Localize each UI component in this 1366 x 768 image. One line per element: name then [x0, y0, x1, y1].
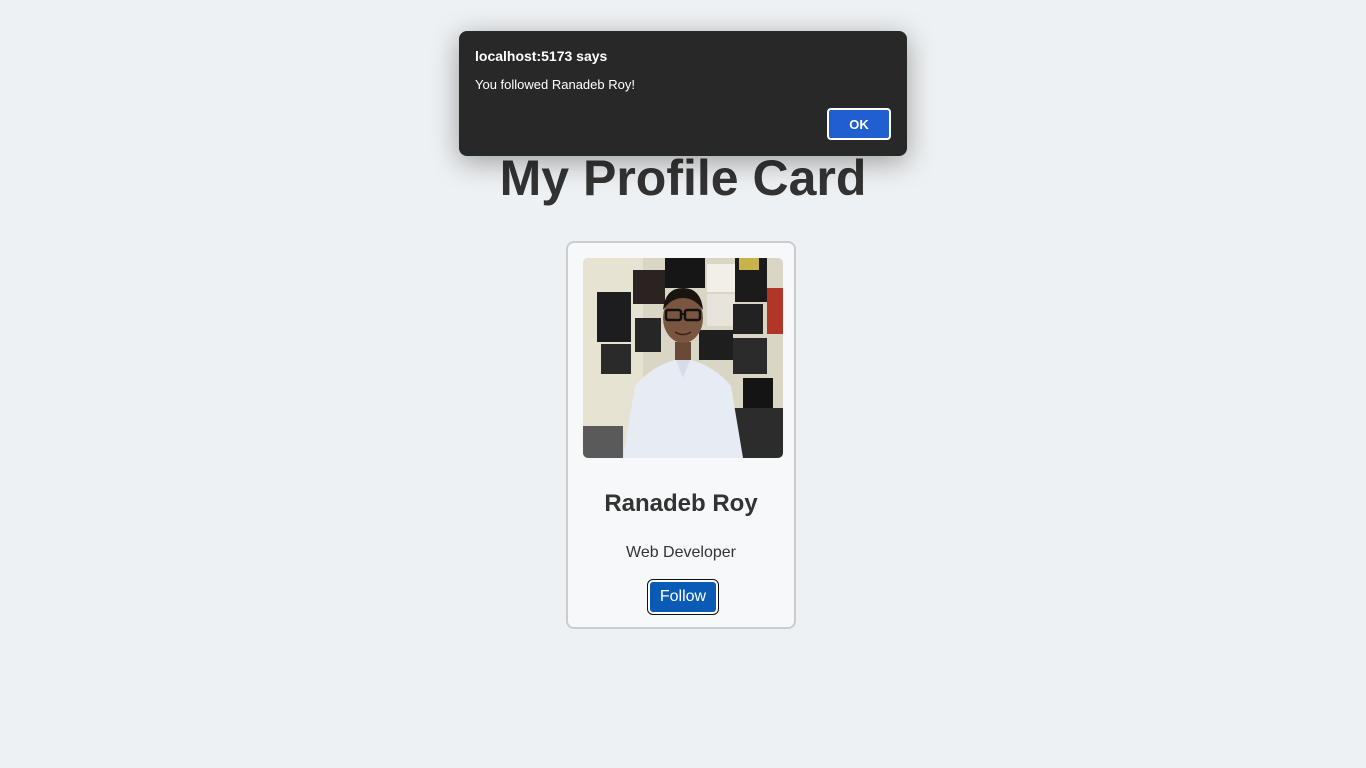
- dialog-message: You followed Ranadeb Roy!: [475, 77, 635, 92]
- page: My Profile Card Ranadeb Roy Web Develope…: [0, 0, 1366, 768]
- follow-button[interactable]: Follow: [647, 579, 719, 615]
- profile-name: Ranadeb Roy: [604, 490, 758, 517]
- dialog-origin: localhost:5173 says: [475, 48, 608, 64]
- profile-role: Web Developer: [626, 544, 736, 561]
- ok-button[interactable]: OK: [827, 108, 891, 140]
- profile-photo: [583, 258, 783, 458]
- alert-dialog: localhost:5173 says You followed Ranadeb…: [459, 31, 907, 156]
- profile-card: Ranadeb Roy Web Developer Follow: [566, 241, 796, 629]
